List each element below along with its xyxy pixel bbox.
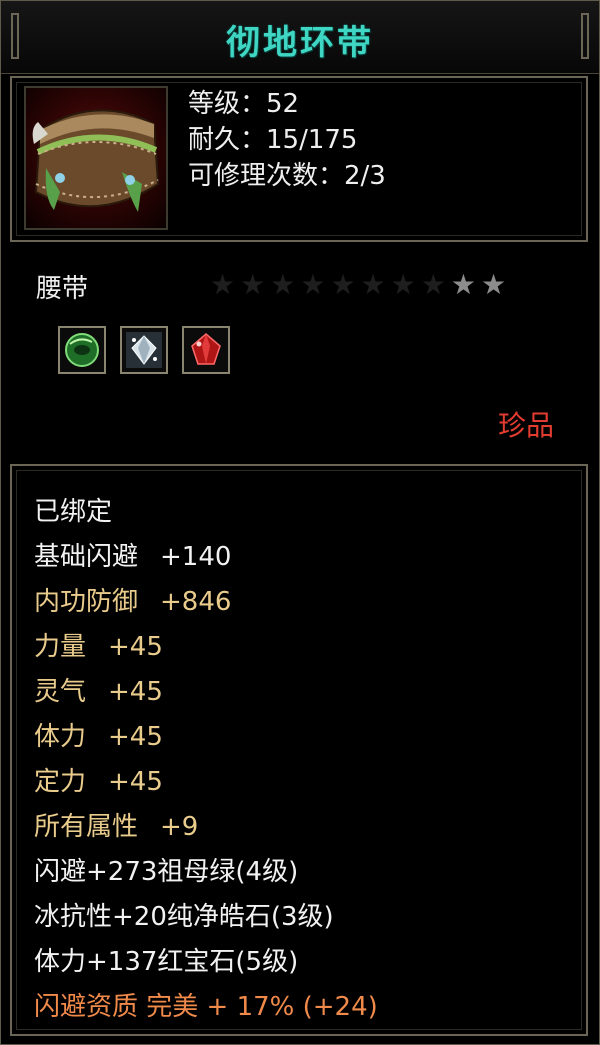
item-type-label: 腰带 — [36, 274, 89, 304]
star-empty-icon: ★ — [300, 268, 331, 301]
gem-bonus-row: 体力+137红宝石(5级) — [34, 947, 299, 977]
level-text: 等级：52 — [188, 89, 300, 119]
rarity-label: 珍品 — [497, 409, 554, 442]
enhance-stars: ★★★★★★★★★★ — [210, 268, 511, 301]
star-lit-icon: ★ — [450, 268, 481, 301]
item-name: 彻地环带 — [226, 23, 374, 63]
ruby-gem-icon[interactable] — [182, 326, 230, 374]
bound-status: 已绑定 — [34, 497, 113, 527]
attribute-row: 体力 +45 — [34, 722, 163, 752]
star-empty-icon: ★ — [240, 268, 271, 301]
star-empty-icon: ★ — [270, 268, 301, 301]
belt-item-icon — [24, 86, 168, 230]
title-bar: 彻地环带 — [1, 1, 599, 74]
jade-gem-icon[interactable] — [58, 326, 106, 374]
star-empty-icon: ★ — [330, 268, 361, 301]
star-lit-icon: ★ — [480, 268, 512, 301]
star-empty-icon: ★ — [360, 268, 391, 301]
frame-ornament-right — [581, 13, 589, 59]
quality-line: 闪避资质 完美 + 17% (+24) — [34, 992, 378, 1022]
attribute-row: 定力 +45 — [34, 767, 163, 797]
attribute-row: 力量 +45 — [34, 632, 163, 662]
diamond-gem-icon[interactable] — [120, 326, 168, 374]
durability-text: 耐久：15/175 — [188, 125, 358, 155]
star-empty-icon: ★ — [390, 268, 421, 301]
attribute-row: 灵气 +45 — [34, 677, 163, 707]
attribute-row: 所有属性 +9 — [34, 812, 199, 842]
repair-count-text: 可修理次数：2/3 — [188, 161, 386, 191]
attribute-list: 已绑定 基础闪避 +140 内功防御 +846 力量 +45 灵气 +45 体力 +45 … — [34, 490, 378, 1030]
gem-bonus-row: 闪避+273祖母绿(4级) — [34, 857, 299, 887]
gem-bonus-row: 冰抗性+20纯净皓石(3级) — [34, 902, 334, 932]
star-empty-icon: ★ — [420, 268, 451, 301]
star-empty-icon: ★ — [210, 268, 241, 301]
attribute-row: 内功防御 +846 — [34, 587, 232, 617]
attribute-row: 基础闪避 +140 — [34, 542, 232, 572]
item-stats: 等级：52 耐久：15/175 可修理次数：2/3 — [188, 86, 386, 194]
